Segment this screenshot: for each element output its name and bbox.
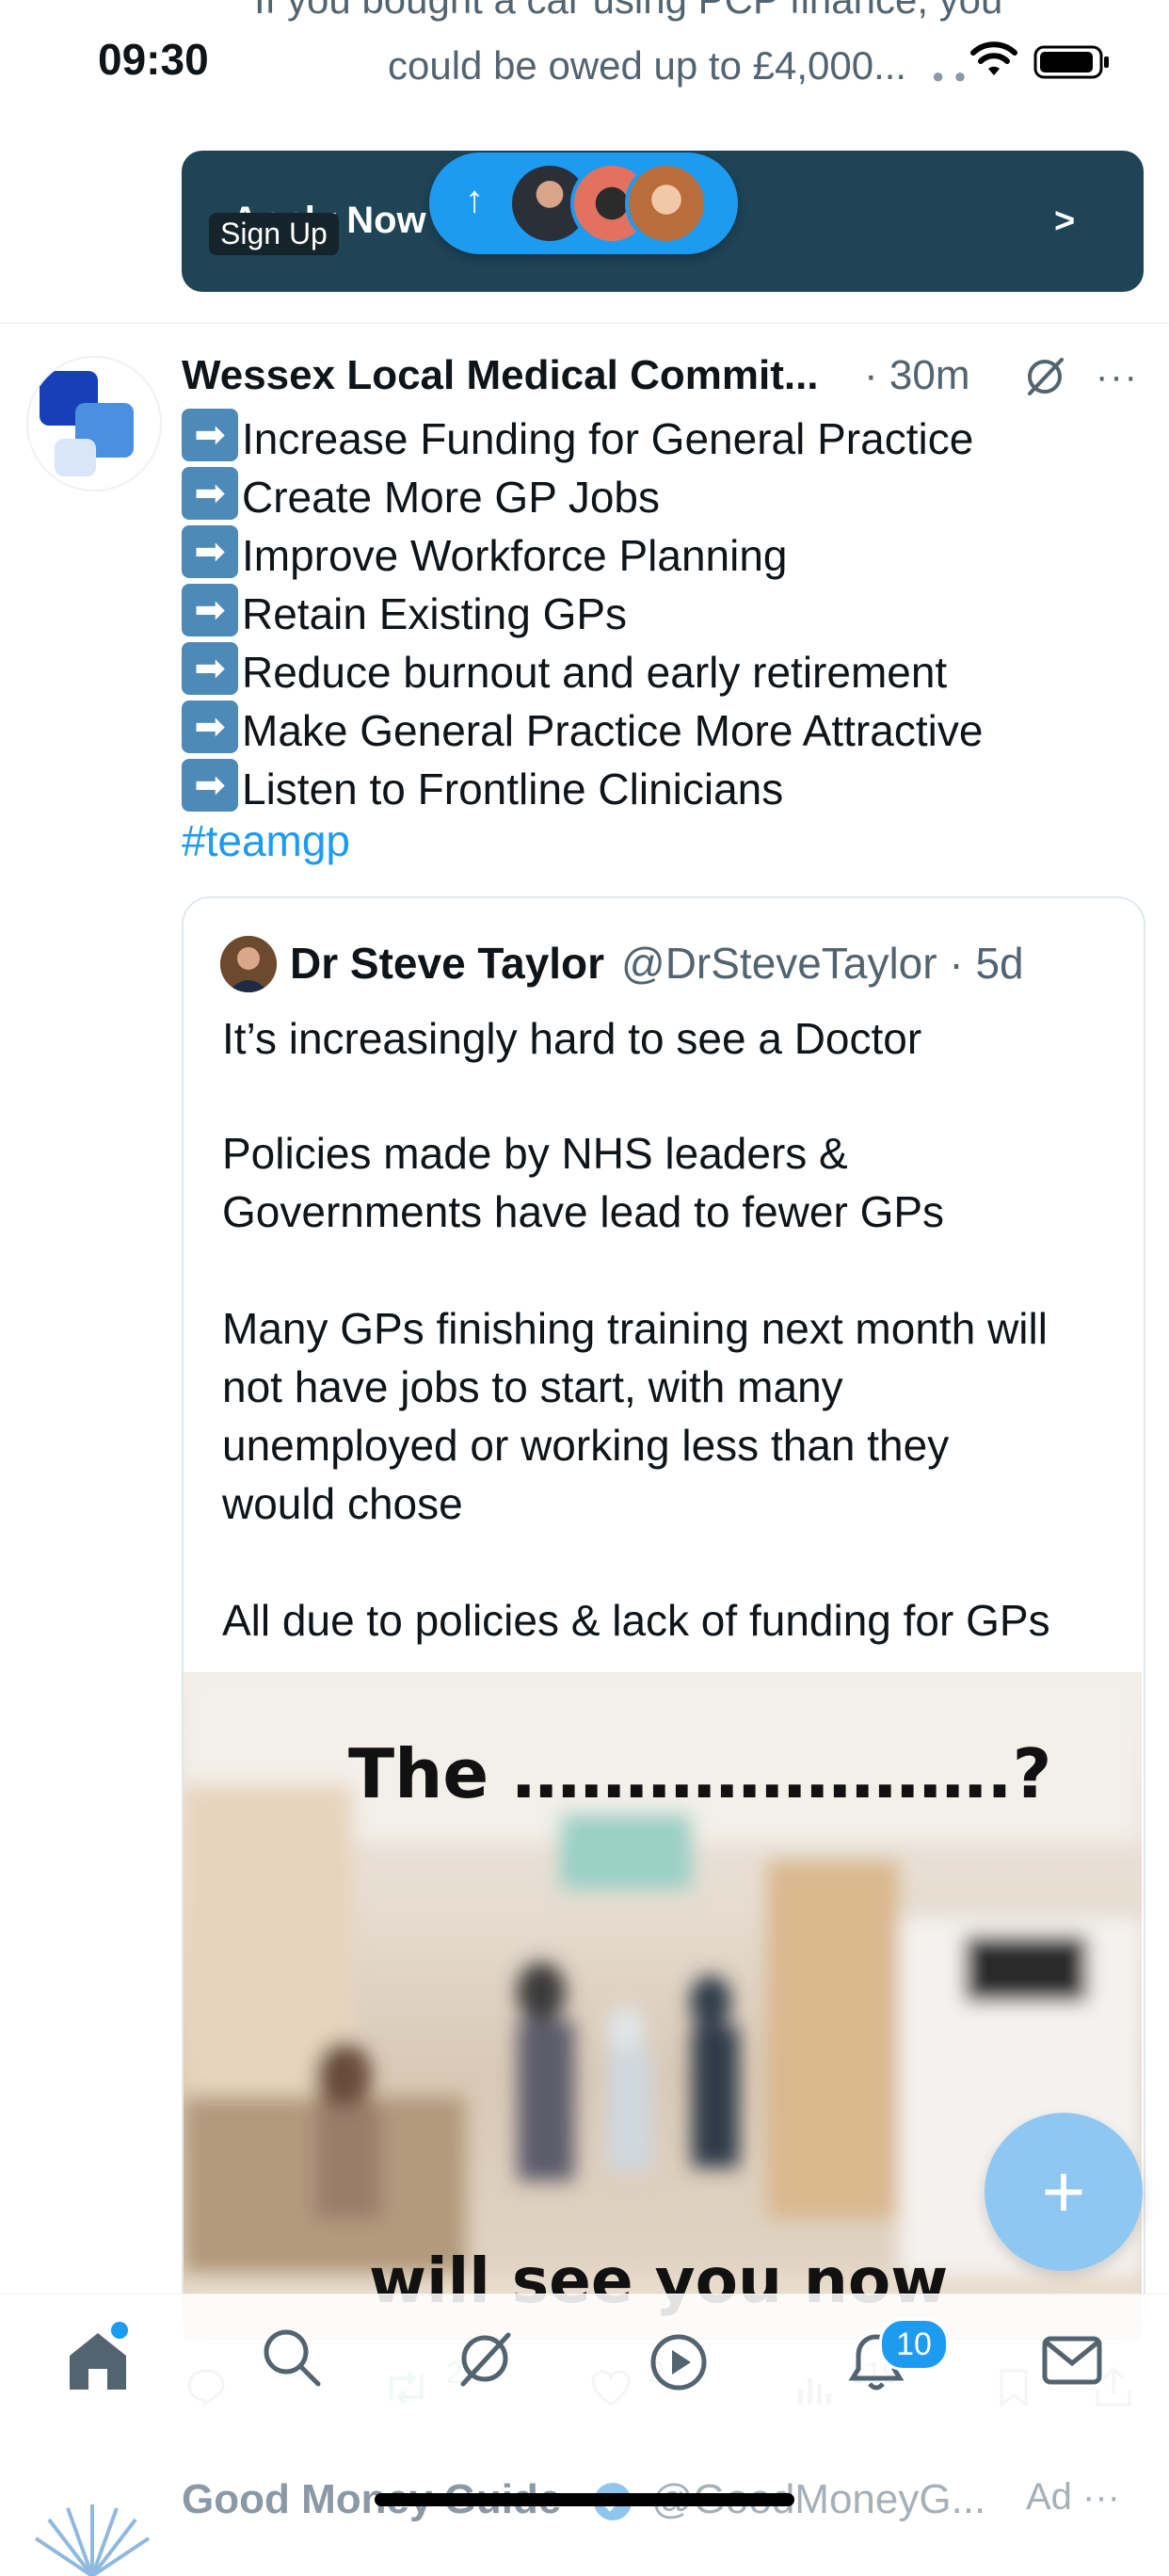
bullet-text: Retain Existing GPs <box>242 589 628 638</box>
ad-chevron-icon[interactable]: > <box>1054 201 1075 242</box>
arrow-right-icon <box>182 759 238 812</box>
home-indicator[interactable] <box>375 2493 794 2506</box>
quoted-text-line: not have jobs to start, with many <box>222 1362 843 1411</box>
avatar[interactable] <box>26 356 162 491</box>
notifications-badge: 10 <box>879 2318 949 2371</box>
quoted-text-line: All due to policies & lack of funding fo… <box>222 1596 1050 1645</box>
good-money-guide-logo-icon <box>34 2504 151 2576</box>
arrow-right-icon <box>182 467 238 520</box>
arrow-right-icon <box>182 584 238 636</box>
quoted-author-handle: @DrSteveTaylor · 5d <box>621 939 1024 988</box>
previous-post-text-line1: If you bought a car using PCP finance, y… <box>254 0 1002 23</box>
status-time: 09:30 <box>98 35 209 84</box>
arrow-right-icon <box>182 525 238 578</box>
quoted-text-line: Policies made by NHS leaders & <box>222 1129 848 1178</box>
search-icon[interactable] <box>260 2326 322 2388</box>
plus-icon: + <box>1041 2149 1086 2233</box>
quoted-text-line: would chose <box>222 1479 463 1528</box>
grok-tab-icon[interactable] <box>454 2327 516 2390</box>
lmc-logo-icon <box>40 371 134 476</box>
home-unread-dot <box>111 2322 128 2339</box>
bullet-text: Improve Workforce Planning <box>242 531 788 580</box>
messages-envelope-icon[interactable] <box>1041 2335 1103 2388</box>
grok-icon[interactable] <box>1022 354 1067 399</box>
battery-icon <box>1033 45 1109 79</box>
quoted-author-name: Dr Steve Taylor <box>290 939 605 988</box>
tweet-author-name[interactable]: Wessex Local Medical Commit... <box>182 352 819 399</box>
bullet-text: Increase Funding for General Practice <box>242 414 974 463</box>
video-play-icon[interactable] <box>648 2331 710 2393</box>
image-caption-top: The ………………….? <box>348 1734 1052 1813</box>
arrow-right-icon <box>182 409 238 461</box>
tweet-timestamp[interactable]: · 30m <box>864 352 969 399</box>
bullet-text: Create More GP Jobs <box>242 473 661 522</box>
list-item: Listen to Frontline Clinicians <box>182 759 783 818</box>
compose-button[interactable]: + <box>985 2113 1143 2271</box>
list-item: Create More GP Jobs <box>182 467 660 526</box>
ad-signup-label[interactable]: Sign Up <box>209 213 339 255</box>
hashtag-link[interactable]: #teamgp <box>182 815 350 866</box>
quoted-text-line: Many GPs finishing training next month w… <box>222 1304 1048 1353</box>
list-item: Increase Funding for General Practice <box>182 409 973 468</box>
wifi-icon <box>970 41 1017 75</box>
more-options-icon[interactable]: ··· <box>1096 356 1139 398</box>
bullet-text: Listen to Frontline Clinicians <box>242 765 784 813</box>
quoted-text-line: unemployed or working less than they <box>222 1421 950 1470</box>
arrow-up-icon[interactable]: ↑ <box>465 179 484 221</box>
bullet-text: Make General Practice More Attractive <box>242 706 984 755</box>
divider <box>0 322 1169 324</box>
list-item: Improve Workforce Planning <box>182 525 788 585</box>
arrow-right-icon <box>182 700 238 753</box>
bullet-text: Reduce burnout and early retirement <box>242 648 948 697</box>
cellular-signal-icon: ● ● <box>932 64 969 88</box>
arrow-right-icon <box>182 642 238 695</box>
list-item: Retain Existing GPs <box>182 584 627 643</box>
tab-bar <box>0 2294 1169 2456</box>
list-item: Make General Practice More Attractive <box>182 700 983 760</box>
ad-label: Ad ··· <box>1026 2476 1120 2518</box>
avatar <box>625 162 708 245</box>
previous-post-text-line2: could be owed up to £4,000... <box>388 43 907 88</box>
quoted-text-line: It’s increasingly hard to see a Doctor <box>222 1014 922 1063</box>
avatar <box>220 936 277 992</box>
list-item: Reduce burnout and early retirement <box>182 642 947 701</box>
quoted-text-line: Governments have lead to fewer GPs <box>222 1187 945 1236</box>
